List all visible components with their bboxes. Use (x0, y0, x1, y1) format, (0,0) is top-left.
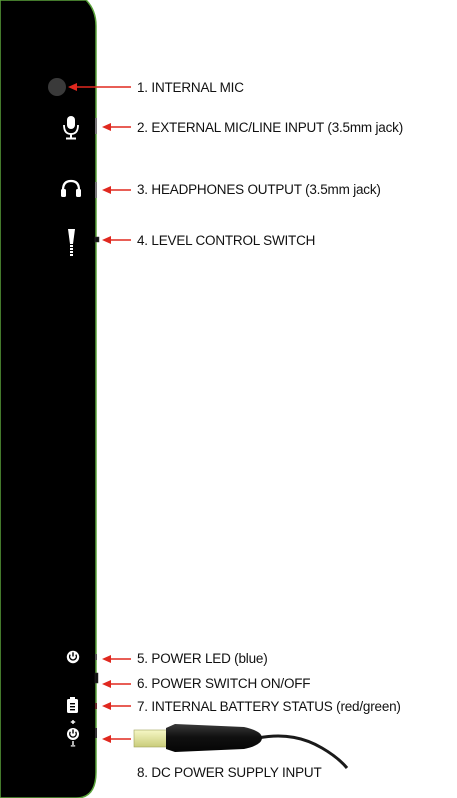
callout-power-led: 5. POWER LED (blue) (137, 651, 268, 666)
callout-dc-power-input: 8. DC POWER SUPPLY INPUT (137, 765, 322, 780)
callout-external-mic-input: 2. EXTERNAL MIC/LINE INPUT (3.5mm jack) (137, 120, 404, 135)
internal-mic-hole-icon (48, 78, 66, 96)
device-body (0, 0, 97, 798)
mic-jack-port (95, 118, 97, 134)
battery-led (95, 703, 97, 709)
callout-headphones-output: 3. HEADPHONES OUTPUT (3.5mm jack) (137, 182, 381, 197)
arrow-dc-input (102, 735, 131, 743)
level-switch-knob (94, 236, 100, 243)
dc-power-plug (133, 724, 349, 769)
callout-level-control-switch: 4. LEVEL CONTROL SWITCH (137, 233, 316, 248)
power-switch-icon (94, 672, 99, 684)
arrow-battery-status (102, 702, 131, 710)
dc-input-port (95, 728, 97, 738)
callout-battery-status: 7. INTERNAL BATTERY STATUS (red/green) (137, 699, 401, 714)
callout-power-switch: 6. POWER SWITCH ON/OFF (137, 676, 311, 691)
arrow-power-led (102, 655, 131, 663)
power-led (95, 654, 97, 660)
arrow-headphones (102, 186, 131, 194)
battery-icon (67, 697, 78, 713)
callout-internal-mic: 1. INTERNAL MIC (137, 80, 244, 95)
power-icon (66, 650, 80, 664)
headphone-jack-port (95, 182, 97, 198)
arrow-level-switch (102, 236, 131, 244)
arrow-power-switch (102, 680, 131, 688)
arrow-external-mic (102, 123, 131, 131)
